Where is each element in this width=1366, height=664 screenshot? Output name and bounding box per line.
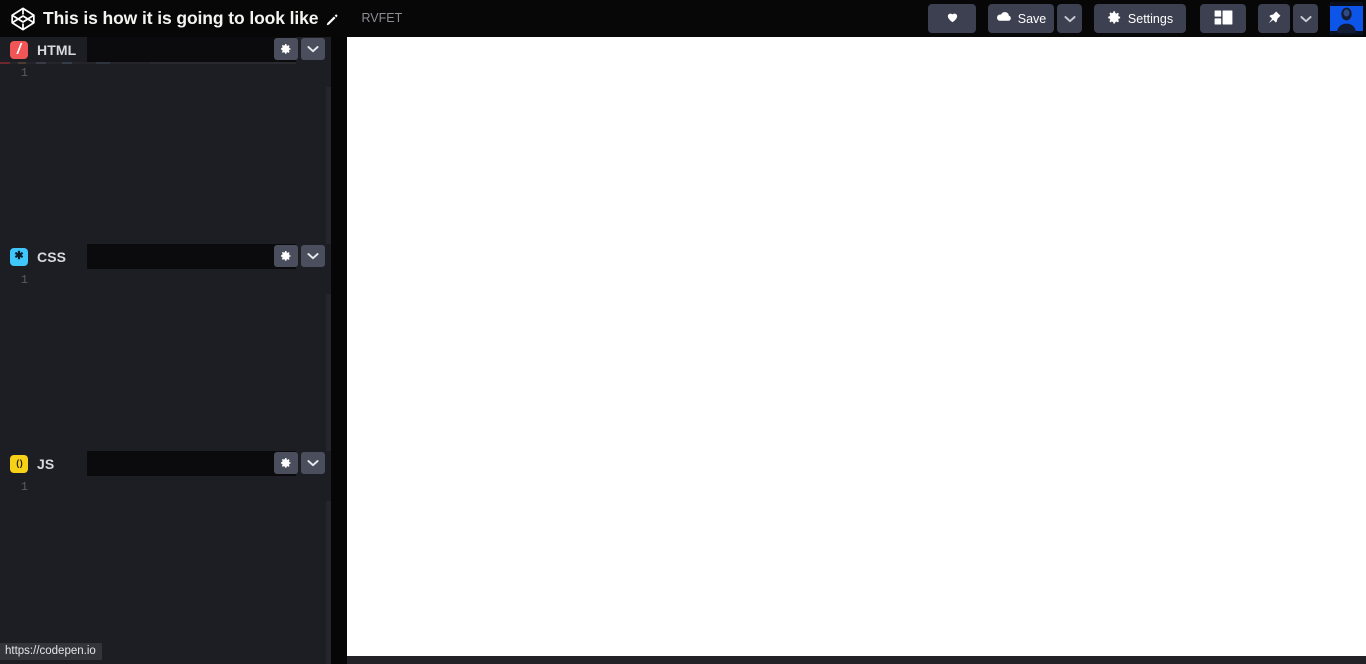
like-button[interactable] [928,4,976,33]
editor-header-filler [87,244,296,269]
chevron-down-icon [1063,12,1076,26]
js-lang-icon: ( ) [10,454,28,473]
editor-header-css: ✱ CSS [0,244,331,269]
editor-label-js: JS [37,455,55,472]
css-settings-button[interactable] [274,245,298,267]
line-number-html: 1 [20,66,28,80]
css-collapse-button[interactable] [301,245,325,267]
editor-header-html: / HTML [0,37,331,62]
chevron-down-icon [1299,12,1312,26]
html-settings-button[interactable] [274,38,298,60]
code-area-html[interactable]: 1 [0,62,331,244]
pin-dropdown-button[interactable] [1293,4,1318,33]
save-dropdown-button[interactable] [1057,4,1082,33]
pen-title: This is how it is going to look like [43,8,319,28]
code-area-js[interactable]: 1 [0,476,331,664]
editor-header-buttons-css [274,245,325,267]
editor-label-css: CSS [37,248,67,265]
editor-panel-css: ✱ CSS 1 [0,244,331,451]
css-lang-icon: ✱ [10,247,28,266]
pin-icon [1267,10,1282,28]
code-area-css[interactable]: 1 [0,269,331,451]
js-collapse-button[interactable] [301,452,325,474]
settings-button[interactable]: Settings [1094,4,1186,33]
js-settings-button[interactable] [274,452,298,474]
pane-resizer[interactable] [331,37,347,664]
avatar[interactable] [1330,2,1363,35]
save-button-label: Save [1017,11,1047,26]
html-collapse-button[interactable] [301,38,325,60]
editor-header-filler [87,451,296,476]
layout-panels-icon [1214,9,1233,28]
app-header: This is how it is going to look like RVF… [0,0,1366,37]
pen-author[interactable]: RVFET [361,0,402,37]
layout-panels-button[interactable] [1200,4,1246,33]
heart-icon [945,10,960,27]
codepen-logo-icon[interactable] [6,0,40,37]
cloud-icon [996,11,1012,26]
editor-panel-js: ( ) JS 1 [0,451,331,664]
link-status-bar: https://codepen.io [0,643,102,660]
editor-header-filler [87,37,296,62]
editor-label-html: HTML [37,41,77,58]
preview-pane[interactable] [347,37,1366,656]
pencil-edit-icon[interactable] [325,13,339,27]
editor-header-buttons-js [274,452,325,474]
header-actions: Save Settings [928,0,1366,37]
editor-header-js: ( ) JS [0,451,331,476]
gear-icon [1107,10,1122,28]
editor-panel-html: / HTML 1 [0,37,331,244]
pin-button[interactable] [1258,4,1290,33]
syntax-artifact-line [0,62,296,64]
html-lang-icon: / [10,40,28,59]
editor-header-buttons-html [274,38,325,60]
line-number-css: 1 [20,273,28,287]
settings-button-label: Settings [1127,11,1174,26]
save-button[interactable]: Save [988,4,1054,33]
preview-bottom-strip [347,656,1366,664]
line-number-js: 1 [20,480,28,494]
editor-column: / HTML 1 ✱ CSS 1 () JS 1 [0,37,331,664]
